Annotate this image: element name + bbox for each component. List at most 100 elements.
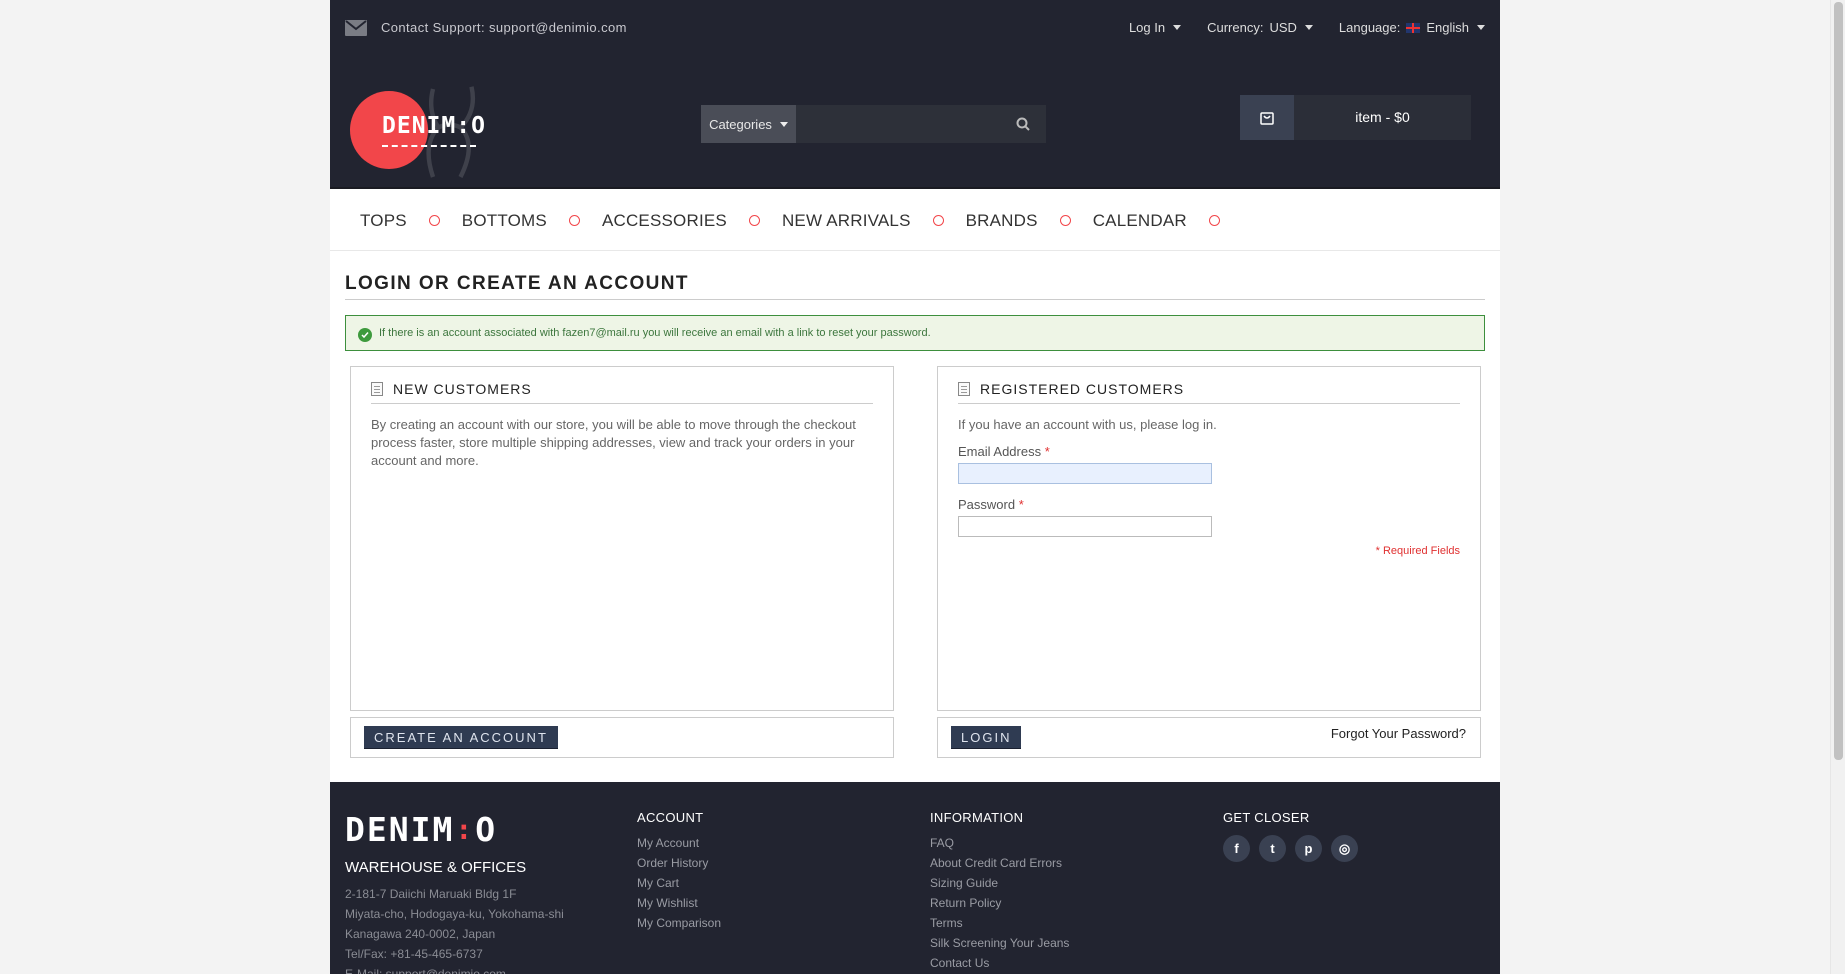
- footer-link-my-comparison[interactable]: My Comparison: [637, 913, 721, 933]
- forgot-password-link[interactable]: Forgot Your Password?: [1331, 726, 1466, 741]
- email-field[interactable]: [958, 463, 1212, 484]
- footer-link-credit-card-errors[interactable]: About Credit Card Errors: [930, 853, 1069, 873]
- scrollbar-thumb[interactable]: [1834, 2, 1843, 760]
- email-label: Email Address *: [958, 444, 1050, 459]
- support-text: Contact Support: support@denimio.com: [381, 20, 627, 35]
- logo-underline: [382, 145, 476, 147]
- success-message: If there is an account associated with f…: [345, 315, 1485, 351]
- footer-account-title: ACCOUNT: [637, 810, 704, 825]
- categories-dropdown[interactable]: Categories: [701, 105, 796, 143]
- search-icon: [1016, 117, 1030, 131]
- nav-separator-icon: [932, 215, 944, 226]
- password-label: Password *: [958, 497, 1024, 512]
- create-account-button[interactable]: Create an Account: [364, 726, 558, 749]
- nav-item-tops[interactable]: TOPS: [360, 211, 407, 231]
- search-bar: Categories: [701, 105, 1046, 143]
- categories-label: Categories: [709, 116, 772, 132]
- footer-link-my-wishlist[interactable]: My Wishlist: [637, 893, 721, 913]
- footer-link-sizing-guide[interactable]: Sizing Guide: [930, 873, 1069, 893]
- footer-address: 2-181-7 Daiichi Maruaki Bldg 1F Miyata-c…: [345, 887, 564, 974]
- site-logo[interactable]: DENIM:O: [350, 83, 510, 179]
- main-nav: TOPS BOTTOMS ACCESSORIES NEW ARRIVALS BR…: [330, 191, 1500, 251]
- logo-text: DENIM:O: [382, 113, 486, 139]
- check-icon: [358, 328, 372, 342]
- registered-customers-heading: Registered Customers: [958, 381, 1460, 404]
- chevron-down-icon: [1304, 25, 1313, 30]
- footer-closer-title: GET CLOSER: [1223, 810, 1310, 825]
- contact-support: Contact Support: support@denimio.com: [345, 19, 627, 36]
- currency-dropdown[interactable]: Currency: USD: [1207, 20, 1313, 35]
- nav-item-bottoms[interactable]: BOTTOMS: [462, 211, 547, 231]
- registered-customers-title: Registered Customers: [980, 381, 1185, 397]
- registered-customers-text: If you have an account with us, please l…: [958, 417, 1217, 432]
- nav-separator-icon: [428, 215, 440, 226]
- document-icon: [371, 382, 383, 396]
- footer-link-faq[interactable]: FAQ: [930, 833, 1069, 853]
- currency-value: USD: [1269, 20, 1297, 35]
- nav-item-calendar[interactable]: CALENDAR: [1093, 211, 1187, 231]
- site-header: DENIM:O Categories item - $0: [330, 55, 1500, 189]
- language-dropdown[interactable]: Language: English: [1339, 20, 1485, 35]
- footer-link-silk-screening[interactable]: Silk Screening Your Jeans: [930, 933, 1069, 953]
- footer-link-my-cart[interactable]: My Cart: [637, 873, 721, 893]
- registered-customers-box: Registered Customers If you have an acco…: [937, 366, 1481, 711]
- required-mark: *: [1044, 444, 1050, 459]
- currency-label: Currency:: [1207, 20, 1264, 35]
- footer-logo[interactable]: DENIM: O: [345, 810, 605, 849]
- nav-item-brands[interactable]: BRANDS: [966, 211, 1038, 231]
- twitter-icon[interactable]: t: [1259, 835, 1286, 862]
- new-customers-box: New Customers By creating an account wit…: [350, 366, 894, 711]
- main-content: Login or Create an Account If there is a…: [345, 251, 1485, 758]
- language-label: Language:: [1338, 20, 1401, 35]
- new-customers-actions: Create an Account: [350, 717, 894, 758]
- footer-link-terms[interactable]: Terms: [930, 913, 1069, 933]
- mini-cart[interactable]: item - $0: [1240, 95, 1471, 140]
- uk-flag-icon: [1406, 22, 1421, 33]
- page-title: Login or Create an Account: [345, 273, 1485, 300]
- nav-separator-icon: [568, 215, 580, 226]
- search-button[interactable]: [1000, 105, 1046, 143]
- chevron-down-icon: [779, 121, 788, 127]
- new-customers-heading: New Customers: [371, 381, 873, 404]
- site-footer: DENIM: O WAREHOUSE & OFFICES 2-181-7 Daii…: [330, 782, 1500, 974]
- footer-social-column: GET CLOSER f t p ◎: [1223, 810, 1358, 862]
- warehouse-title: WAREHOUSE & OFFICES: [345, 859, 527, 876]
- nav-separator-icon: [1208, 215, 1220, 226]
- nav-item-accessories[interactable]: ACCESSORIES: [602, 211, 727, 231]
- top-bar: Contact Support: support@denimio.com Log…: [330, 0, 1500, 55]
- footer-company: DENIM: O WAREHOUSE & OFFICES 2-181-7 Daii…: [345, 810, 605, 974]
- footer-link-order-history[interactable]: Order History: [637, 853, 721, 873]
- facebook-icon[interactable]: f: [1223, 835, 1250, 862]
- account-boxes: New Customers By creating an account wit…: [345, 351, 1485, 758]
- nav-separator-icon: [1059, 215, 1071, 226]
- search-input[interactable]: [796, 105, 1000, 143]
- mail-icon: [345, 19, 367, 36]
- registered-customers-actions: Login Forgot Your Password?: [937, 717, 1481, 758]
- required-mark: *: [1018, 497, 1024, 512]
- footer-link-return-policy[interactable]: Return Policy: [930, 893, 1069, 913]
- page: Contact Support: support@denimio.com Log…: [330, 0, 1500, 974]
- social-links: f t p ◎: [1223, 835, 1358, 862]
- chevron-down-icon: [1173, 25, 1182, 30]
- footer-information-column: INFORMATION FAQ About Credit Card Errors…: [930, 810, 1069, 973]
- nav-item-new-arrivals[interactable]: NEW ARRIVALS: [782, 211, 911, 231]
- password-field[interactable]: [958, 516, 1212, 537]
- footer-link-contact-us[interactable]: Contact Us: [930, 953, 1069, 973]
- login-button[interactable]: Login: [951, 726, 1022, 749]
- footer-information-title: INFORMATION: [930, 810, 1024, 825]
- footer-link-my-account[interactable]: My Account: [637, 833, 721, 853]
- login-label: Log In: [1128, 20, 1166, 35]
- chevron-down-icon: [1477, 25, 1485, 30]
- document-icon: [958, 382, 970, 396]
- instagram-icon[interactable]: ◎: [1331, 835, 1358, 862]
- success-text: If there is an account associated with f…: [379, 327, 931, 339]
- login-dropdown[interactable]: Log In: [1128, 20, 1182, 35]
- cart-label: item - $0: [1355, 108, 1410, 125]
- new-customers-text: By creating an account with our store, y…: [371, 417, 856, 468]
- page-scrollbar[interactable]: [1830, 0, 1845, 974]
- new-customers-title: New Customers: [393, 381, 532, 397]
- pinterest-icon[interactable]: p: [1295, 835, 1322, 862]
- cart-icon: [1240, 95, 1294, 140]
- language-value: English: [1426, 20, 1469, 35]
- required-fields-note: * Required Fields: [1375, 545, 1460, 557]
